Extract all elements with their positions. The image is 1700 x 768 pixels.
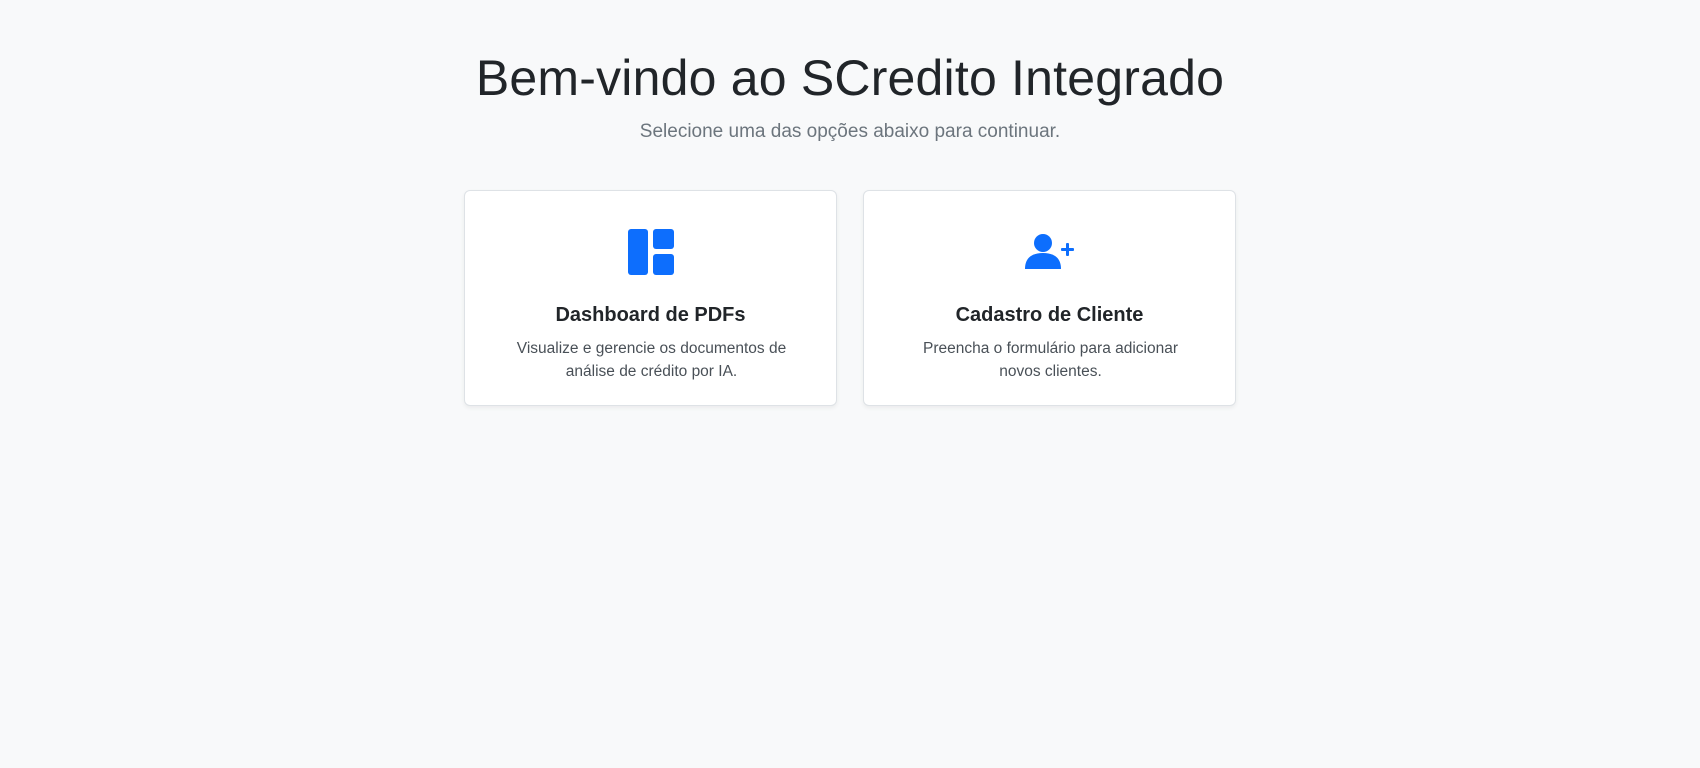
options-grid: Dashboard de PDFs Visualize e gerencie o… <box>464 190 1238 408</box>
dashboard-layout-icon <box>465 227 836 277</box>
user-add-icon <box>864 227 1235 277</box>
cadastro-cliente-card[interactable]: Cadastro de Cliente Preencha o formulári… <box>863 190 1236 406</box>
card-title: Dashboard de PDFs <box>555 304 746 326</box>
page-header: Bem-vindo ao SCredito Integrado Selecion… <box>0 46 1700 144</box>
dashboard-pdfs-card[interactable]: Dashboard de PDFs Visualize e gerencie o… <box>464 190 837 406</box>
card-description: Visualize e gerencie os documentos de an… <box>516 340 787 380</box>
card-title: Cadastro de Cliente <box>955 304 1144 326</box>
card-description: Preencha o formulário para adicionar nov… <box>922 340 1179 380</box>
welcome-page: Bem-vindo ao SCredito Integrado Selecion… <box>0 0 1700 768</box>
page-subtitle: Selecione uma das opções abaixo para con… <box>639 121 1061 142</box>
page-title: Bem-vindo ao SCredito Integrado <box>475 50 1225 106</box>
